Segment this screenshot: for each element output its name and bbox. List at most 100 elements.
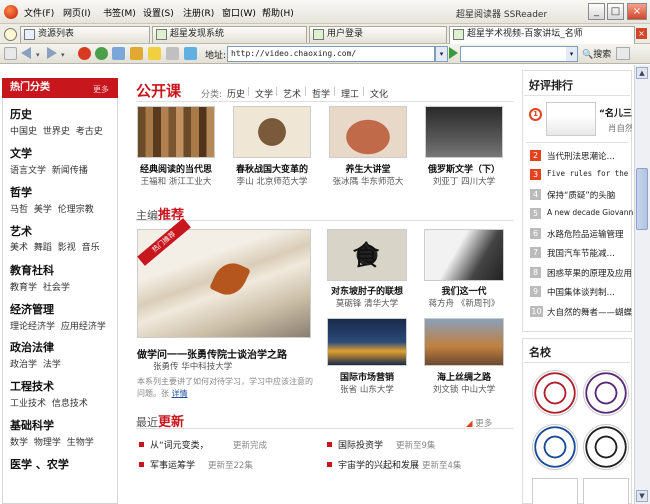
category-history[interactable]: 历史 — [10, 106, 32, 122]
featured-item-title[interactable]: 对东坡肘子的联想 — [323, 284, 411, 297]
rank-item[interactable]: Five rules for the ev — [547, 169, 633, 178]
featured-item-title[interactable]: 海上丝绸之路 — [420, 370, 508, 383]
menu-window[interactable]: 窗口(W) — [222, 6, 256, 19]
category-politics-law-subs[interactable]: 政治学 法学 — [10, 357, 61, 370]
history-icon[interactable] — [4, 28, 17, 41]
category-literature-subs[interactable]: 语言文学 新闻传播 — [10, 163, 88, 176]
menu-help[interactable]: 帮助(H) — [262, 6, 294, 19]
rank-item[interactable]: 大自然的舞者——蝴蝶 — [547, 306, 633, 318]
search-input[interactable] — [460, 46, 578, 62]
featured-thumbnail-bw-photo[interactable] — [424, 229, 504, 281]
university-seal-partial[interactable] — [532, 478, 578, 504]
home-icon[interactable] — [112, 47, 125, 60]
filter-literature[interactable]: 文学 — [255, 87, 273, 100]
menu-file[interactable]: 文件(F) — [24, 6, 54, 19]
maximize-button[interactable]: □ — [607, 3, 624, 20]
tab-resource-list[interactable]: 资源列表 — [20, 26, 150, 43]
menu-register[interactable]: 注册(R) — [183, 6, 214, 19]
tools-icon[interactable] — [166, 47, 179, 60]
university-seal-black[interactable] — [583, 424, 629, 470]
chevron-down-icon[interactable]: ▾ — [61, 51, 65, 59]
category-art[interactable]: 艺术 — [10, 223, 32, 239]
university-seal-red[interactable] — [532, 370, 578, 416]
featured-thumbnail-city-night[interactable] — [327, 318, 407, 366]
address-input[interactable]: http://video.chaoxing.com/ — [227, 46, 435, 62]
featured-details-link[interactable]: 详情 — [172, 389, 188, 398]
course-title[interactable]: 俄罗斯文学（下） — [421, 162, 507, 175]
latest-item-title[interactable]: 军事运筹学 — [150, 458, 195, 471]
scroll-down-icon[interactable]: ▼ — [636, 490, 648, 502]
address-dropdown-icon[interactable]: ▾ — [435, 46, 448, 62]
category-basic-science-subs[interactable]: 数学 物理学 生物学 — [10, 435, 94, 448]
category-art-subs[interactable]: 美术 舞蹈 影视 音乐 — [10, 240, 100, 253]
featured-item-title[interactable]: 我们这一代 — [420, 284, 508, 297]
category-engineering[interactable]: 工程技术 — [10, 378, 54, 394]
featured-thumbnail-ship[interactable] — [424, 318, 504, 366]
category-education[interactable]: 教育社科 — [10, 262, 54, 278]
sidebar-more-link[interactable]: 更多 — [93, 84, 109, 95]
university-seal-partial[interactable] — [583, 478, 629, 504]
course-thumbnail-portrait[interactable] — [425, 106, 503, 158]
category-basic-science[interactable]: 基础科学 — [10, 417, 54, 433]
category-philosophy[interactable]: 哲学 — [10, 184, 32, 200]
featured-main-title[interactable]: 做学问一一张勇传院士谈治学之路 — [137, 346, 287, 361]
rank-item[interactable]: 水路危险品运输管理 — [547, 228, 633, 240]
scroll-up-icon[interactable]: ▲ — [636, 67, 648, 79]
sidebar-toggle-icon[interactable] — [616, 47, 630, 60]
category-philosophy-subs[interactable]: 马哲 美学 伦理宗教 — [10, 202, 94, 215]
course-title[interactable]: 经典阅读的当代思 — [133, 162, 219, 175]
filter-culture[interactable]: 文化 — [370, 87, 388, 100]
chevron-down-icon[interactable]: ▾ — [36, 51, 40, 59]
close-tab-icon[interactable]: × — [636, 28, 647, 39]
filter-art[interactable]: 艺术 — [283, 87, 301, 100]
mail-icon[interactable] — [184, 47, 197, 60]
rank-item[interactable]: A new decade Giovanni — [547, 208, 633, 217]
minimize-button[interactable]: _ — [588, 3, 605, 20]
menu-bookmarks[interactable]: 书签(M) — [103, 6, 136, 19]
tab-discovery[interactable]: 超星发现系统 — [152, 26, 307, 43]
course-thumbnail-bookshelf[interactable] — [137, 106, 215, 158]
latest-item-title[interactable]: 从“词元变类， — [150, 438, 209, 451]
course-thumbnail-pot[interactable] — [329, 106, 407, 158]
rank-item[interactable]: 保持“质疑”的头脑 — [547, 189, 633, 201]
refresh-icon[interactable] — [95, 47, 108, 60]
category-education-subs[interactable]: 教育学 社会学 — [10, 280, 70, 293]
latest-item-title[interactable]: 国际投资学 — [338, 438, 383, 451]
university-seal-purple[interactable] — [583, 370, 629, 416]
rank-item[interactable]: 中国集体谈判制… — [547, 286, 633, 298]
latest-item-title[interactable]: 宇宙学的兴起和发展 — [338, 458, 419, 471]
rank-item[interactable]: 我国汽车节能减… — [547, 247, 633, 259]
category-medicine-agriculture[interactable]: 医学 、农学 — [10, 456, 69, 472]
course-title[interactable]: 春秋战国大变革的 — [229, 162, 315, 175]
tab-user-login[interactable]: 用户登录 — [309, 26, 447, 43]
course-thumbnail-ancient-book[interactable] — [233, 106, 311, 158]
close-window-button[interactable]: × — [627, 3, 647, 20]
filter-science[interactable]: 理工 — [341, 87, 359, 100]
course-title[interactable]: 养生大讲堂 — [325, 162, 411, 175]
tab-academic-video[interactable]: 超星学术视频-百家讲坛_名师 — [449, 26, 635, 44]
search-dropdown-icon[interactable]: ▾ — [566, 47, 577, 61]
scrollbar-thumb[interactable] — [636, 168, 648, 230]
search-button[interactable]: 🔍搜索 — [582, 47, 611, 60]
category-literature[interactable]: 文学 — [10, 145, 32, 161]
rank-1-title[interactable]: “名儿三 — [599, 106, 632, 119]
back-icon[interactable] — [21, 47, 31, 59]
menu-settings[interactable]: 设置(S) — [143, 6, 174, 19]
filter-history[interactable]: 历史 — [227, 87, 245, 100]
stop-icon[interactable] — [78, 47, 91, 60]
category-history-subs[interactable]: 中国史 世界史 考古史 — [10, 124, 103, 137]
category-economics-subs[interactable]: 理论经济学 应用经济学 — [10, 319, 106, 332]
menu-webpage[interactable]: 网页(I) — [63, 6, 91, 19]
go-icon[interactable] — [449, 47, 458, 59]
rank-1-thumbnail[interactable] — [546, 102, 596, 136]
university-seal-blue[interactable] — [532, 424, 578, 470]
category-engineering-subs[interactable]: 工业技术 信息技术 — [10, 396, 88, 409]
category-politics-law[interactable]: 政治法律 — [10, 339, 54, 355]
filter-philosophy[interactable]: 哲学 — [312, 87, 330, 100]
folder-icon[interactable] — [130, 47, 143, 60]
rank-item[interactable]: 当代刑法思潮论… — [547, 150, 633, 162]
featured-item-title[interactable]: 国际市场营销 — [323, 370, 411, 383]
menu-toggle-icon[interactable] — [4, 47, 17, 60]
rank-item[interactable]: 困惑苹果的原理及应用 — [547, 267, 633, 279]
vertical-scrollbar[interactable] — [634, 65, 650, 504]
